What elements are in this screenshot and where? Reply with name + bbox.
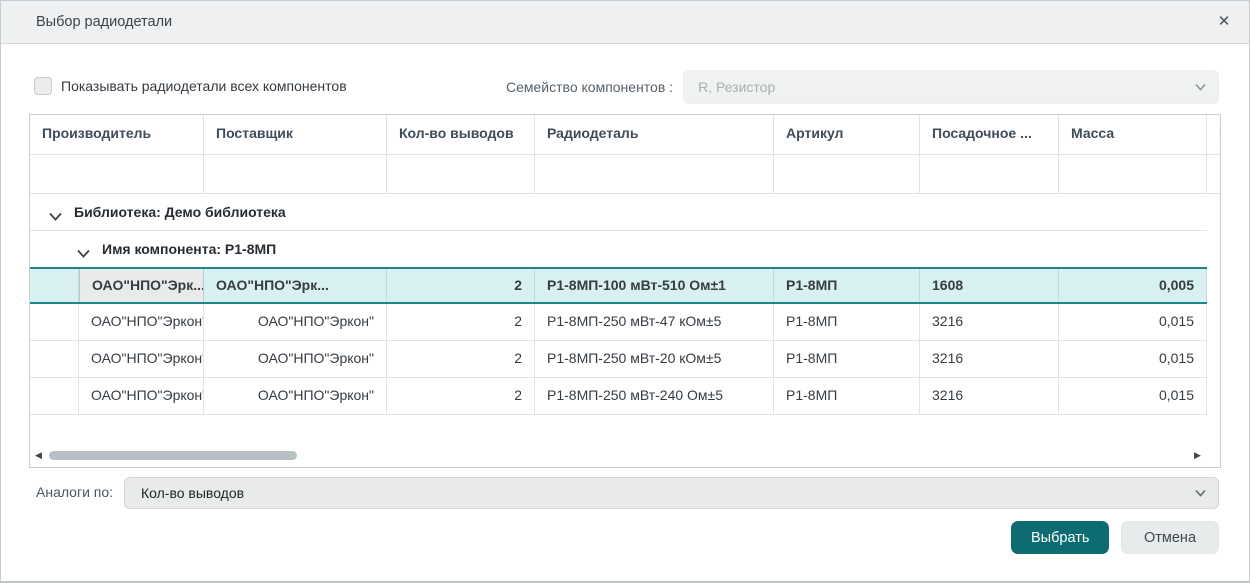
analogs-select-value: Кол-во выводов xyxy=(125,478,1218,508)
horizontal-scrollbar[interactable]: ◀ ▶ xyxy=(33,449,1204,462)
analogs-label: Аналоги по: xyxy=(36,484,113,500)
cell-manufacturer[interactable]: ОАО"НПО"Эркон" xyxy=(79,304,204,340)
show-all-checkbox[interactable] xyxy=(34,77,52,95)
cell-footprint[interactable]: 1608 xyxy=(920,269,1059,302)
row-indent-cell[interactable] xyxy=(30,341,79,377)
cell-pins[interactable]: 2 xyxy=(387,304,535,340)
table-row[interactable]: ОАО"НПО"Эркон"ОАО"НПО"Эркон"2Р1-8МП-250 … xyxy=(30,341,1207,378)
column-header[interactable]: Кол-во выводов xyxy=(387,115,535,154)
cell-article[interactable]: Р1-8МП xyxy=(774,269,920,302)
components-table: ПроизводительПоставщикКол-во выводовРади… xyxy=(29,114,1221,468)
filter-cell[interactable] xyxy=(387,155,535,193)
column-header[interactable]: Поставщик xyxy=(204,115,387,154)
scroll-right-icon[interactable]: ▶ xyxy=(1194,450,1202,461)
chevron-down-icon xyxy=(1195,83,1206,91)
cell-mass[interactable]: 0,015 xyxy=(1059,304,1207,340)
family-label: Семейство компонентов : xyxy=(506,79,673,95)
cell-manufacturer[interactable]: ОАО"НПО"Эркон" xyxy=(79,341,204,377)
filter-cell[interactable] xyxy=(535,155,774,193)
cell-article[interactable]: Р1-8МП xyxy=(774,341,920,377)
scroll-left-icon[interactable]: ◀ xyxy=(35,450,43,461)
dialog-title: Выбор радиодетали xyxy=(36,1,172,43)
filter-row xyxy=(30,155,1220,194)
cell-article[interactable]: Р1-8МП xyxy=(774,304,920,340)
show-all-checkbox-label: Показывать радиодетали всех компонентов xyxy=(61,78,347,94)
group-row-component[interactable]: Имя компонента: Р1-8МП xyxy=(30,231,1207,267)
table-row[interactable]: ОАО"НПО"Эрк...ОАО"НПО"Эрк...2Р1-8МП-100 … xyxy=(30,267,1207,304)
column-header[interactable]: П xyxy=(1207,115,1221,154)
cell-pins[interactable]: 2 xyxy=(387,341,535,377)
filter-cell[interactable] xyxy=(1207,155,1221,193)
column-header[interactable]: Производитель xyxy=(30,115,204,154)
family-group: Семейство компонентов : R, Резистор xyxy=(506,70,1219,104)
column-header[interactable]: Артикул xyxy=(774,115,920,154)
cell-article[interactable]: Р1-8МП xyxy=(774,378,920,414)
filter-cell[interactable] xyxy=(1059,155,1207,193)
cell-footprint[interactable]: 3216 xyxy=(920,304,1059,340)
analogs-select[interactable]: Кол-во выводов xyxy=(124,477,1219,509)
group-row-library[interactable]: Библиотека: Демо библиотека xyxy=(30,194,1207,231)
select-button[interactable]: Выбрать xyxy=(1011,521,1109,554)
filter-cell[interactable] xyxy=(204,155,387,193)
close-icon: ✕ xyxy=(1218,13,1231,30)
cell-manufacturer[interactable]: ОАО"НПО"Эркон" xyxy=(79,378,204,414)
filter-cell[interactable] xyxy=(920,155,1059,193)
group-label: Имя компонента: Р1-8МП xyxy=(102,241,276,257)
filter-cell[interactable] xyxy=(774,155,920,193)
title-bar: Выбор радиодетали ✕ xyxy=(1,1,1249,44)
row-indent-cell[interactable] xyxy=(30,304,79,340)
close-button[interactable]: ✕ xyxy=(1213,11,1235,33)
chevron-down-icon xyxy=(1195,489,1206,497)
show-all-checkbox-group: Показывать радиодетали всех компонентов xyxy=(34,77,347,95)
table-row[interactable]: ОАО"НПО"Эркон"ОАО"НПО"Эркон"2Р1-8МП-250 … xyxy=(30,304,1207,341)
row-indent-cell[interactable] xyxy=(30,378,79,414)
family-select-value: R, Резистор xyxy=(684,71,1218,103)
cell-part[interactable]: Р1-8МП-250 мВт-20 кОм±5 xyxy=(535,341,774,377)
cell-supplier[interactable]: ОАО"НПО"Эркон" xyxy=(204,378,387,414)
cell-pins[interactable]: 2 xyxy=(387,269,535,302)
component-picker-dialog: Выбор радиодетали ✕ Показывать радиодета… xyxy=(0,0,1250,583)
chevron-down-icon[interactable] xyxy=(49,208,62,217)
scrollbar-thumb[interactable] xyxy=(49,451,297,460)
table-header-row: ПроизводительПоставщикКол-во выводовРади… xyxy=(30,115,1220,155)
cell-mass[interactable]: 0,005 xyxy=(1059,269,1207,302)
cell-supplier[interactable]: ОАО"НПО"Эркон" xyxy=(204,304,387,340)
column-header[interactable]: Радиодеталь xyxy=(535,115,774,154)
cell-supplier[interactable]: ОАО"НПО"Эрк... xyxy=(204,269,387,302)
chevron-down-icon[interactable] xyxy=(77,245,90,254)
cell-mass[interactable]: 0,015 xyxy=(1059,341,1207,377)
cell-part[interactable]: Р1-8МП-250 мВт-47 кОм±5 xyxy=(535,304,774,340)
cell-footprint[interactable]: 3216 xyxy=(920,341,1059,377)
family-select[interactable]: R, Резистор xyxy=(683,70,1219,104)
row-indent-cell[interactable] xyxy=(30,269,79,302)
table-row[interactable]: ОАО"НПО"Эркон"ОАО"НПО"Эркон"2Р1-8МП-250 … xyxy=(30,378,1207,415)
table-body: ОАО"НПО"Эрк...ОАО"НПО"Эрк...2Р1-8МП-100 … xyxy=(30,267,1220,415)
group-label: Библиотека: Демо библиотека xyxy=(74,204,286,220)
filter-cell[interactable] xyxy=(30,155,204,193)
cell-part[interactable]: Р1-8МП-250 мВт-240 Ом±5 xyxy=(535,378,774,414)
cell-manufacturer[interactable]: ОАО"НПО"Эрк... xyxy=(79,269,204,302)
cancel-button[interactable]: Отмена xyxy=(1121,521,1219,554)
cell-supplier[interactable]: ОАО"НПО"Эркон" xyxy=(204,341,387,377)
column-header[interactable]: Масса xyxy=(1059,115,1207,154)
cell-footprint[interactable]: 3216 xyxy=(920,378,1059,414)
cell-part[interactable]: Р1-8МП-100 мВт-510 Ом±1 xyxy=(535,269,774,302)
column-header[interactable]: Посадочное ... xyxy=(920,115,1059,154)
cell-mass[interactable]: 0,015 xyxy=(1059,378,1207,414)
cell-pins[interactable]: 2 xyxy=(387,378,535,414)
